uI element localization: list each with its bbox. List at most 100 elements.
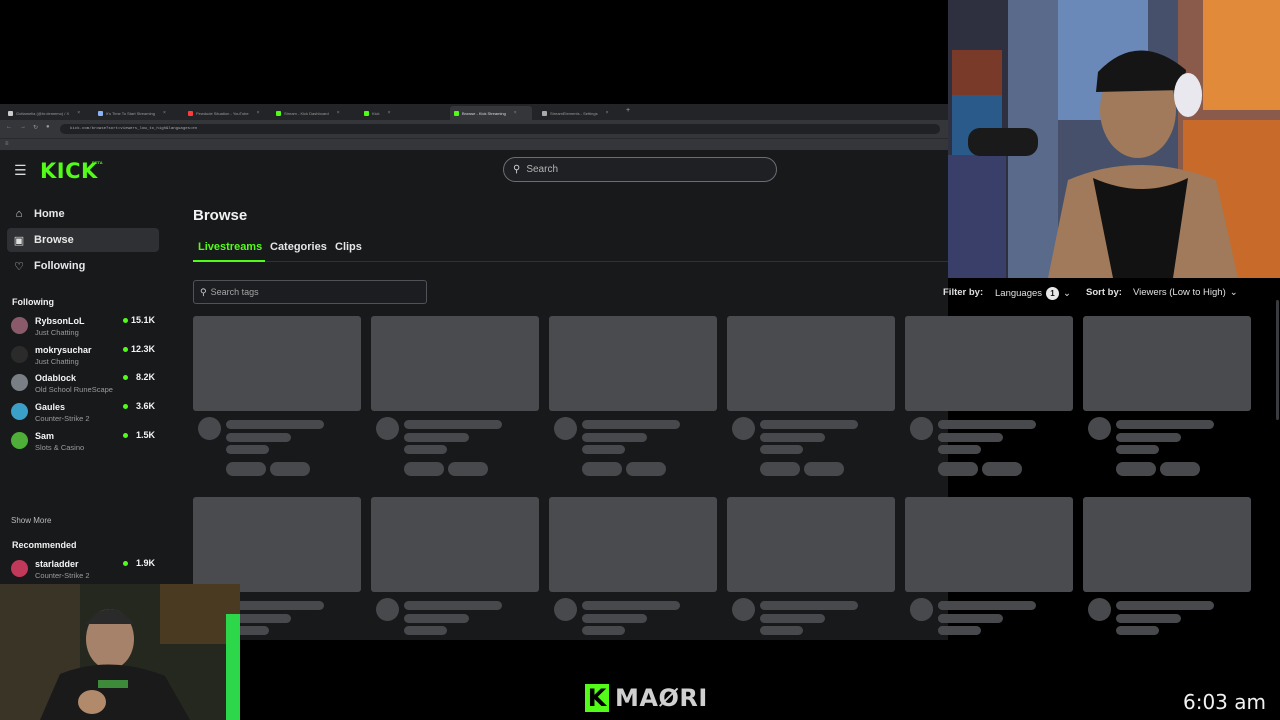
browser-tab-bar: Gottamelia (@hr.dememo) / X × It's Time To…	[0, 104, 948, 120]
channel-item[interactable]: Gaules Counter-Strike 2 3.6K	[11, 399, 159, 427]
text-placeholder	[226, 420, 324, 429]
channel-item[interactable]: Odablock Old School RuneScape 8.2K	[11, 370, 159, 398]
kick-logo[interactable]: KICK	[40, 159, 98, 183]
text-placeholder	[760, 626, 803, 635]
close-icon[interactable]: ×	[337, 110, 340, 116]
close-icon[interactable]: ×	[77, 110, 80, 116]
text-placeholder	[582, 614, 647, 623]
back-icon[interactable]: ←	[6, 124, 12, 130]
tab-categories[interactable]: Categories	[270, 241, 327, 253]
text-placeholder	[582, 420, 680, 429]
close-icon[interactable]: ×	[257, 110, 260, 116]
text-placeholder	[760, 614, 825, 623]
browser-tab[interactable]: It's Time To Start Streaming ×	[94, 106, 178, 120]
close-icon[interactable]: ×	[606, 110, 609, 116]
avatar	[11, 403, 28, 421]
sidebar-item-home[interactable]: ⌂ Home	[7, 202, 159, 226]
avatar-placeholder	[554, 598, 577, 621]
search-bar[interactable]: ⚲	[503, 157, 777, 182]
tag-placeholder	[270, 462, 310, 476]
thumbnail-placeholder	[371, 316, 539, 411]
text-placeholder	[760, 420, 858, 429]
tag-placeholder	[982, 462, 1022, 476]
close-icon[interactable]: ×	[388, 110, 391, 116]
thumbnail-placeholder	[727, 497, 895, 592]
sidebar-item-following[interactable]: ♡ Following	[7, 254, 159, 278]
browser-tab[interactable]: Stream - Kick Dashboard ×	[272, 106, 354, 120]
webcam-secondary	[0, 584, 240, 720]
text-placeholder	[938, 433, 1003, 442]
languages-dropdown[interactable]: Languages 1 ⌄	[995, 287, 1071, 300]
tab-clips[interactable]: Clips	[335, 241, 362, 253]
close-icon[interactable]: ×	[163, 110, 166, 116]
channel-item[interactable]: RybsonLoL Just Chatting 15.1K	[11, 313, 159, 341]
text-placeholder	[760, 445, 803, 454]
new-tab-icon[interactable]: +	[626, 107, 630, 114]
avatar-placeholder	[554, 417, 577, 440]
tag-placeholder	[938, 462, 978, 476]
apps-icon[interactable]: ≡	[5, 141, 9, 147]
browser-tab[interactable]: Pewdude Situation - YouTube ×	[184, 106, 266, 120]
top-navigation: ☰ KICK BETA ⚲	[0, 150, 948, 192]
avatar-placeholder	[732, 598, 755, 621]
bookmarks-bar: ≡	[0, 138, 948, 150]
sort-label: Sort by:	[1086, 287, 1122, 298]
show-more-link[interactable]: Show More	[11, 516, 51, 525]
kick-k-logo: K	[585, 684, 609, 712]
channel-item[interactable]: starladder Counter-Strike 2 1.9K	[11, 556, 159, 584]
browser-tab[interactable]: Browse - Kick Streaming ×	[450, 106, 532, 120]
filter-label: Filter by:	[943, 287, 984, 298]
channel-name: Odablock	[35, 373, 77, 384]
sort-dropdown[interactable]: Viewers (Low to High) ⌄	[1133, 287, 1238, 298]
tab-livestreams[interactable]: Livestreams	[198, 241, 262, 253]
live-dot-icon	[123, 561, 128, 566]
channel-name: Sam	[35, 430, 55, 441]
browser-tab-label: Browse - Kick Streaming	[462, 110, 506, 116]
channel-item[interactable]: mokrysuchar Just Chatting 12.3K	[11, 342, 159, 370]
stream-clock: 6:03 am	[1182, 690, 1266, 714]
site-info-icon[interactable]: ●	[46, 124, 50, 130]
sidebar-item-label: Browse	[34, 234, 74, 246]
livestream-card-placeholder	[727, 316, 895, 486]
tag-search-box[interactable]: ⚲	[193, 280, 427, 304]
webcam-main	[948, 0, 1280, 278]
close-icon[interactable]: ×	[514, 110, 517, 116]
search-icon: ⚲	[200, 286, 207, 297]
page-scrollbar[interactable]	[1276, 300, 1279, 420]
sidebar-item-browse[interactable]: ▣ Browse	[7, 228, 159, 252]
kick-page: ☰ KICK BETA ⚲ ⌂ Home ▣ Browse ♡ Following Foll…	[0, 150, 948, 640]
live-dot-icon	[123, 404, 128, 410]
tag-placeholder	[804, 462, 844, 476]
tag-placeholder	[404, 462, 444, 476]
thumbnail-placeholder	[371, 497, 539, 592]
reload-icon[interactable]: ↻	[33, 124, 38, 131]
browser-address-bar: ← → ↻ ● kick.com/browse?sort=viewers_low…	[0, 120, 948, 138]
forward-icon[interactable]: →	[20, 124, 26, 130]
browser-tab[interactable]: StreamElements - Settings ×	[538, 106, 622, 120]
avatar	[11, 345, 28, 363]
search-icon: ⚲	[513, 164, 521, 175]
text-placeholder	[582, 433, 647, 442]
channel-item[interactable]: SamSlots & Casino 1.5K	[11, 428, 159, 456]
avatar-placeholder	[910, 417, 933, 440]
avatar-placeholder	[732, 417, 755, 440]
text-placeholder	[1116, 626, 1159, 635]
content-tabs: Livestreams Categories Clips	[193, 232, 948, 262]
channel-category: Counter-Strike 2	[35, 571, 90, 580]
viewer-count: 1.5K	[135, 429, 155, 440]
favicon-icon	[542, 110, 547, 116]
avatar	[11, 317, 28, 334]
search-input[interactable]	[526, 164, 747, 175]
beta-label: BETA	[92, 160, 103, 165]
menu-icon[interactable]: ☰	[14, 162, 27, 179]
browser-tab[interactable]: Gottamelia (@hr.dememo) / X ×	[4, 106, 88, 120]
text-placeholder	[582, 626, 625, 635]
text-placeholder	[226, 445, 269, 454]
url-field[interactable]: kick.com/browse?sort=viewers_low_to_high…	[60, 124, 940, 134]
livestream-card-placeholder	[905, 316, 1073, 486]
browser-tab[interactable]: Kick ×	[360, 106, 444, 120]
tag-search-input[interactable]	[210, 287, 411, 297]
thumbnail-placeholder	[905, 316, 1073, 411]
text-placeholder	[938, 626, 981, 635]
text-placeholder	[938, 601, 1036, 610]
